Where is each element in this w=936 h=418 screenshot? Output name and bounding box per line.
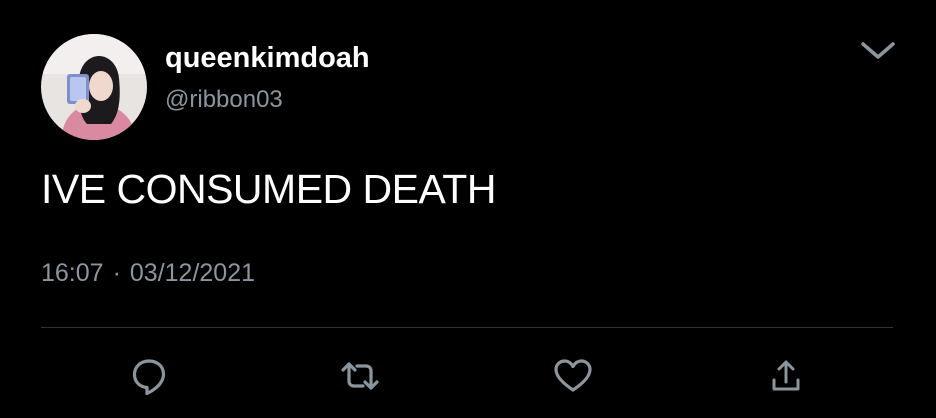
avatar-image — [41, 34, 147, 140]
reply-button[interactable] — [127, 354, 171, 398]
avatar[interactable] — [41, 34, 147, 140]
tweet: queenkimdoah @ribbon03 IVE CONSUMED DEAT… — [0, 0, 936, 418]
retweet-button[interactable] — [338, 354, 382, 398]
tweet-time: 16:07 — [41, 259, 104, 287]
heart-icon — [554, 359, 592, 392]
reply-icon — [132, 359, 166, 396]
like-button[interactable] — [551, 354, 595, 398]
share-button[interactable] — [764, 354, 808, 398]
user-handle[interactable]: @ribbon03 — [165, 84, 283, 116]
chevron-down-icon — [861, 42, 895, 59]
tweet-timestamp[interactable]: 16:07 · 03/12/2021 — [41, 256, 255, 290]
display-name[interactable]: queenkimdoah — [165, 40, 370, 76]
tweet-menu-button[interactable] — [856, 30, 900, 74]
tweet-date: 03/12/2021 — [129, 259, 256, 287]
tweet-text: IVE CONSUMED DEATH — [41, 166, 496, 212]
divider — [41, 327, 893, 328]
retweet-icon — [341, 362, 379, 390]
share-icon — [772, 360, 800, 391]
timestamp-separator: · — [112, 259, 121, 287]
